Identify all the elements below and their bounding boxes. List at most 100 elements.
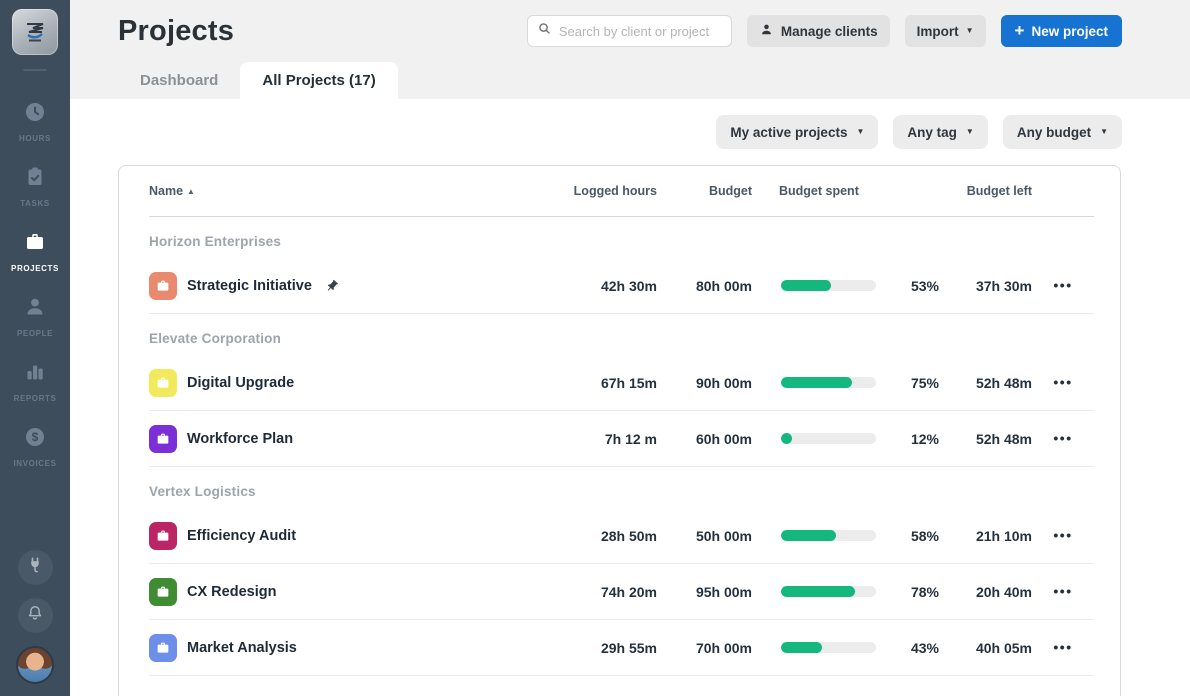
- new-project-label: New project: [1031, 24, 1108, 39]
- column-header-logged-hours[interactable]: Logged hours: [482, 184, 657, 198]
- column-header-budget-spent[interactable]: Budget spent: [752, 184, 902, 198]
- budget-value: 60h 00m: [657, 431, 752, 447]
- search-icon: [537, 21, 552, 41]
- filter-budget[interactable]: Any budget ▼: [1003, 115, 1122, 149]
- budget-progress-bar: [781, 642, 876, 653]
- sidebar-item-hours[interactable]: HOURS: [0, 89, 70, 154]
- project-name: Digital Upgrade: [187, 375, 294, 391]
- project-color-icon: [149, 369, 177, 397]
- budget-left-value: 52h 48m: [947, 431, 1032, 447]
- search-input[interactable]: [559, 24, 735, 39]
- logged-hours-value: 29h 55m: [482, 640, 657, 656]
- tab-all-projects[interactable]: All Projects (17): [240, 62, 397, 99]
- tab-dashboard[interactable]: Dashboard: [118, 62, 240, 99]
- sidebar-item-tasks[interactable]: TASKS: [0, 154, 70, 219]
- project-color-icon: [149, 425, 177, 453]
- new-project-button[interactable]: + New project: [1001, 15, 1122, 47]
- project-row[interactable]: Digital Upgrade 67h 15m 90h 00m 75% 52h …: [149, 355, 1094, 411]
- budget-left-value: 21h 10m: [947, 528, 1032, 544]
- page-title: Projects: [118, 15, 234, 48]
- row-menu-button[interactable]: •••: [1053, 430, 1072, 446]
- sidebar-item-label: PEOPLE: [17, 329, 53, 338]
- budget-progress-bar: [781, 280, 876, 291]
- client-person-icon: [759, 22, 774, 40]
- budget-progress-fill: [781, 586, 855, 597]
- search-box[interactable]: [527, 15, 732, 47]
- project-name: Strategic Initiative: [187, 278, 312, 294]
- project-row[interactable]: Efficiency Audit 28h 50m 50h 00m 58% 21h…: [149, 508, 1094, 564]
- notifications-button[interactable]: [18, 598, 53, 633]
- logged-hours-value: 7h 12 m: [482, 431, 657, 447]
- sidebar-item-projects[interactable]: PROJECTS: [0, 219, 70, 284]
- person-icon: [23, 295, 47, 324]
- sidebar-item-reports[interactable]: REPORTS: [0, 349, 70, 414]
- budget-spent-percent: 43%: [902, 640, 947, 656]
- invoice-dollar-icon: $: [23, 425, 47, 454]
- budget-progress-bar: [781, 377, 876, 388]
- sidebar-footer: [16, 550, 54, 696]
- filter-label: My active projects: [730, 125, 847, 140]
- column-header-budget-left[interactable]: Budget left: [947, 184, 1032, 198]
- column-header-name[interactable]: Name▲: [149, 184, 482, 198]
- logged-hours-value: 28h 50m: [482, 528, 657, 544]
- app-logo-emblem: [21, 18, 49, 46]
- project-color-icon: [149, 634, 177, 662]
- client-group-label: Horizon Enterprises: [149, 217, 1094, 258]
- chevron-down-icon: ▼: [966, 128, 974, 136]
- row-menu-button[interactable]: •••: [1053, 639, 1072, 655]
- sidebar-divider: [23, 69, 47, 71]
- row-menu-button[interactable]: •••: [1053, 527, 1072, 543]
- project-row[interactable]: Workforce Plan 7h 12 m 60h 00m 12% 52h 4…: [149, 411, 1094, 467]
- filter-bar: My active projects ▼ Any tag ▼ Any budge…: [70, 99, 1190, 149]
- column-header-budget[interactable]: Budget: [657, 184, 752, 198]
- user-avatar[interactable]: [16, 646, 54, 684]
- plug-icon: [25, 555, 45, 580]
- sidebar-item-label: REPORTS: [14, 394, 57, 403]
- table-header-row: Name▲ Logged hours Budget Budget spent B…: [149, 166, 1094, 217]
- budget-spent-percent: 75%: [902, 375, 947, 391]
- sidebar-item-label: HOURS: [19, 134, 51, 143]
- svg-text:$: $: [32, 430, 39, 444]
- client-group-label: Elevate Corporation: [149, 314, 1094, 355]
- manage-clients-label: Manage clients: [781, 24, 878, 39]
- sidebar-item-invoices[interactable]: $ INVOICES: [0, 414, 70, 479]
- row-menu-button[interactable]: •••: [1053, 374, 1072, 390]
- page-header: Projects Manage clients Import ▼: [70, 0, 1190, 99]
- project-row[interactable]: Strategic Initiative 42h 30m 80h 00m 53%…: [149, 258, 1094, 314]
- bell-icon: [25, 603, 45, 628]
- project-row[interactable]: CX Redesign 74h 20m 95h 00m 78% 20h 40m …: [149, 564, 1094, 620]
- filter-tag[interactable]: Any tag ▼: [893, 115, 987, 149]
- import-button[interactable]: Import ▼: [905, 15, 986, 47]
- budget-progress-fill: [781, 642, 822, 653]
- filter-label: Any tag: [907, 125, 957, 140]
- project-color-icon: [149, 578, 177, 606]
- sidebar-item-label: PROJECTS: [11, 264, 59, 273]
- tab-bar: Dashboard All Projects (17): [70, 62, 1190, 99]
- budget-progress-fill: [781, 280, 831, 291]
- project-name: CX Redesign: [187, 584, 276, 600]
- sidebar-nav: HOURS TASKS PROJECTS PEOPLE REPORTS: [0, 89, 70, 479]
- budget-progress-bar: [781, 586, 876, 597]
- integrations-plug-button[interactable]: [18, 550, 53, 585]
- filter-active-projects[interactable]: My active projects ▼: [716, 115, 878, 149]
- client-group-label: Vertex Logistics: [149, 467, 1094, 508]
- logged-hours-value: 42h 30m: [482, 278, 657, 294]
- main-area: Projects Manage clients Import ▼: [70, 0, 1190, 696]
- budget-spent-percent: 12%: [902, 431, 947, 447]
- row-menu-button[interactable]: •••: [1053, 277, 1072, 293]
- row-menu-button[interactable]: •••: [1053, 583, 1072, 599]
- project-color-icon: [149, 522, 177, 550]
- import-label: Import: [917, 24, 959, 39]
- header-actions: Manage clients Import ▼ + New project: [527, 15, 1122, 47]
- budget-progress-fill: [781, 530, 836, 541]
- chevron-down-icon: ▼: [966, 27, 974, 35]
- app-logo[interactable]: [12, 9, 58, 55]
- bar-chart-icon: [23, 360, 47, 389]
- project-row[interactable]: Market Analysis 29h 55m 70h 00m 43% 40h …: [149, 620, 1094, 676]
- budget-spent-percent: 53%: [902, 278, 947, 294]
- sidebar-item-label: INVOICES: [13, 459, 56, 468]
- sort-asc-icon: ▲: [187, 187, 195, 196]
- manage-clients-button[interactable]: Manage clients: [747, 15, 890, 47]
- sidebar-item-people[interactable]: PEOPLE: [0, 284, 70, 349]
- chevron-down-icon: ▼: [856, 128, 864, 136]
